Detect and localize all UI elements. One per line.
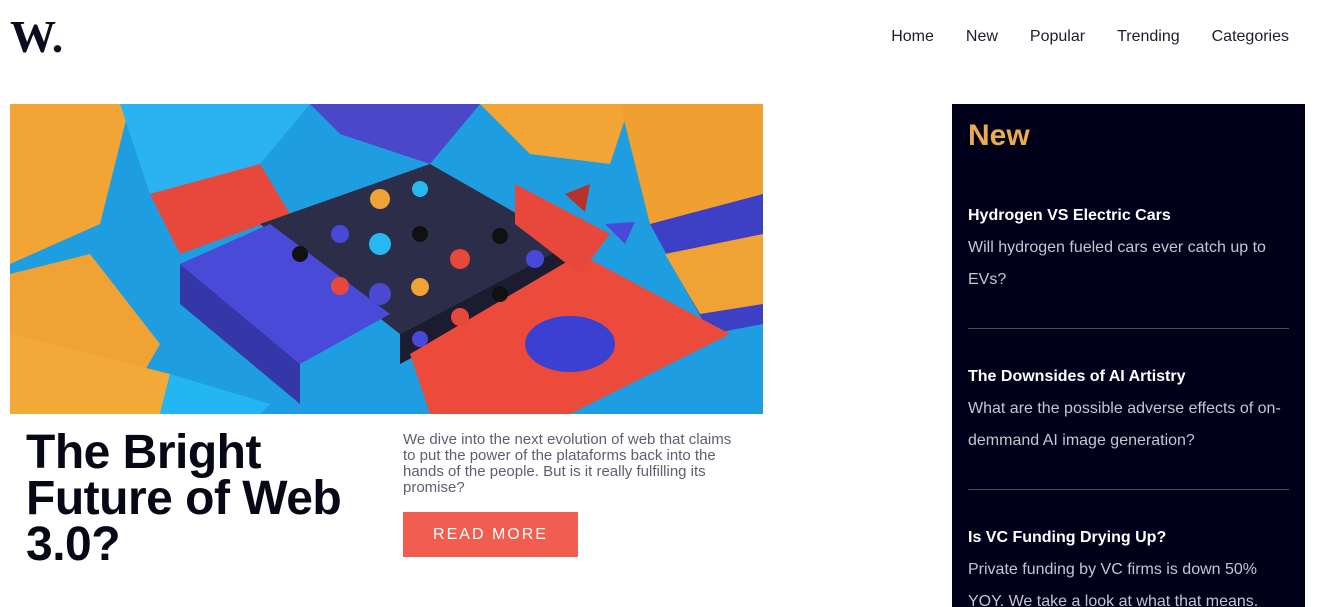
read-more-button[interactable]: READ MORE: [403, 512, 578, 557]
hero-illustration: [10, 104, 763, 414]
article-excerpt: We dive into the next evolution of web t…: [403, 431, 732, 496]
nav-popular[interactable]: Popular: [1030, 27, 1085, 47]
nav-categories[interactable]: Categories: [1212, 27, 1289, 47]
sidebar-item-ai-artistry[interactable]: The Downsides of AI Artistry What are th…: [968, 365, 1289, 457]
sidebar-title: New: [968, 119, 1030, 152]
brand-logo[interactable]: W.: [10, 14, 76, 58]
main-nav: Home New Popular Trending Categories: [891, 27, 1289, 47]
hero-image: [10, 104, 763, 414]
nav-home[interactable]: Home: [891, 27, 934, 47]
sidebar-divider: [968, 328, 1289, 329]
nav-trending[interactable]: Trending: [1117, 27, 1180, 47]
sidebar-item-description: What are the possible adverse effects of…: [968, 400, 1281, 449]
sidebar-divider: [968, 489, 1289, 490]
new-sidebar: New Hydrogen VS Electric Cars Will hydro…: [952, 104, 1305, 607]
sidebar-item-description: Private funding by VC firms is down 50% …: [968, 561, 1259, 607]
nav-new[interactable]: New: [966, 27, 998, 47]
sidebar-item-title[interactable]: Hydrogen VS Electric Cars: [968, 204, 1289, 228]
sidebar-item-hydrogen[interactable]: Hydrogen VS Electric Cars Will hydrogen …: [968, 204, 1289, 296]
logo-wordmark: W.: [10, 14, 63, 58]
article-headline[interactable]: The Bright Future of Web 3.0?: [26, 429, 386, 569]
sidebar-item-vc-funding[interactable]: Is VC Funding Drying Up? Private funding…: [968, 526, 1289, 607]
sidebar-item-title[interactable]: Is VC Funding Drying Up?: [968, 526, 1289, 550]
sidebar-item-description: Will hydrogen fueled cars ever catch up …: [968, 239, 1266, 288]
sidebar-item-title[interactable]: The Downsides of AI Artistry: [968, 365, 1289, 389]
